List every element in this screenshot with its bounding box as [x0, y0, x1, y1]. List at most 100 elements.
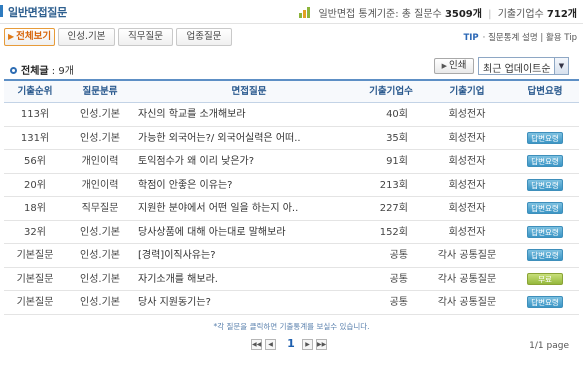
current-page[interactable]: 1 — [284, 337, 298, 350]
rank-cell: 기본질문 — [16, 250, 54, 261]
table-row[interactable]: 기본질문 인성.기본 당사 지원동기는? 공통 각사 공통질문 답변요령 — [4, 291, 579, 315]
answer-cell: 답변요령 — [518, 197, 572, 220]
rank-cell: 18위 — [24, 203, 46, 214]
question-link[interactable]: 가능한 외국어는?/ 외국어실력은 어떠.. — [138, 127, 360, 150]
prev-page-icon[interactable]: ◀ — [265, 339, 276, 350]
table-row[interactable]: 32위 인성.기본 당사상품에 대해 아는대로 말해보라 152회 회성전자 답변요령 — [4, 221, 579, 244]
next-page-icon[interactable]: ▶ — [302, 339, 313, 350]
tab-industry-label: 업종질문 — [186, 31, 222, 42]
click-hint-note: *각 질문을 클릭하면 기출통계를 보실수 있습니다. — [213, 322, 370, 331]
question-link[interactable]: 학점이 안좋은 이유는? — [138, 174, 360, 197]
tip-links[interactable]: TIP · 질문통계 설명 | 활용 Tip — [463, 31, 577, 43]
free-answer-button[interactable]: 무료 — [527, 272, 563, 285]
tab-all[interactable]: ▶ 전체보기 — [4, 28, 55, 46]
column-header-answer: 답변요령 — [527, 86, 563, 97]
companies-prefix: 기출기업수 — [497, 9, 544, 20]
list-count: 전체글 : 9개 — [10, 62, 74, 77]
category-cell: 인성.기본 — [80, 273, 120, 285]
page-info: 1/1 page — [529, 341, 569, 351]
tab-personality[interactable]: 인성.기본 — [58, 28, 115, 46]
title-accent-bar — [0, 5, 3, 17]
question-link[interactable]: 당사상품에 대해 아는대로 말해보라 — [138, 221, 360, 244]
total-companies: 712개 — [546, 9, 577, 20]
category-cell: 인성.기본 — [80, 132, 120, 144]
answer-tips-button[interactable]: 답변요령 — [527, 131, 563, 144]
answer-cell: 답변요령 — [518, 127, 572, 150]
table-row[interactable]: 113위 인성.기본 자신의 학교를 소개해보라 40회 회성전자 — [4, 103, 579, 127]
count-cell: 152회 — [379, 226, 408, 238]
column-header-category: 질문분류 — [82, 86, 118, 97]
table-row[interactable]: 20위 개인이력 학점이 안좋은 이유는? 213회 회성전자 답변요령 — [4, 174, 579, 197]
question-link[interactable]: [경력]이직사유는? — [138, 244, 360, 267]
circle-bullet-icon — [10, 67, 17, 74]
tab-personality-label: 인성.기본 — [67, 31, 106, 42]
rank-cell: 32위 — [24, 226, 46, 238]
first-page-icon[interactable]: ◀◀ — [251, 339, 262, 350]
sort-dropdown[interactable]: 최근 업데이트순 ▼ — [478, 57, 569, 75]
total-questions: 3509개 — [444, 9, 482, 20]
question-link[interactable]: 자신의 학교를 소개해보라 — [138, 103, 360, 126]
rank-cell: 20위 — [24, 179, 46, 191]
bar-chart-icon — [299, 7, 311, 21]
category-cell: 개인이력 — [81, 179, 119, 191]
company-cell: 각사 공통질문 — [437, 250, 497, 261]
question-link[interactable]: 자기소개를 해보라. — [138, 268, 360, 291]
print-button[interactable]: ▶ 인쇄 — [434, 58, 474, 74]
rank-cell: 56위 — [24, 156, 46, 167]
company-cell: 각사 공통질문 — [437, 297, 497, 308]
category-cell: 인성.기본 — [80, 250, 120, 261]
question-link[interactable]: 당사 지원동기는? — [138, 291, 360, 314]
interview-stats: 일반면접 통계기준: 총 질문수 3509개 | 기출기업수 712개 — [299, 5, 577, 21]
count-cell: 공통 — [389, 273, 408, 285]
column-header-question: 면접질문 — [231, 86, 267, 97]
tab-job[interactable]: 직무질문 — [118, 28, 173, 46]
table-row[interactable]: 기본질문 인성.기본 자기소개를 해보라. 공통 각사 공통질문 무료 — [4, 268, 579, 291]
answer-tips-button[interactable]: 답변요령 — [527, 178, 563, 191]
company-cell: 회성전자 — [448, 109, 486, 120]
table-row[interactable]: 18위 직무질문 지원한 분야에서 어떤 일을 하는지 아.. 227회 회성전자 답변요… — [4, 197, 579, 221]
category-cell: 인성.기본 — [80, 226, 120, 238]
tab-industry[interactable]: 업종질문 — [176, 28, 232, 46]
tab-job-label: 직무질문 — [128, 31, 163, 42]
count-cell: 227회 — [379, 203, 408, 214]
answer-cell: 답변요령 — [518, 221, 572, 244]
tip-text[interactable]: · 질문통계 설명 | 활용 Tip — [483, 33, 577, 43]
company-cell: 회성전자 — [448, 226, 486, 238]
question-link[interactable]: 지원한 분야에서 어떤 일을 하는지 아.. — [138, 197, 360, 220]
answer-tips-button[interactable]: 답변요령 — [527, 155, 563, 167]
tip-label: TIP — [463, 33, 479, 43]
answer-cell: 무료 — [518, 268, 572, 291]
answer-tips-button[interactable]: 답변요령 — [527, 225, 563, 238]
table-row[interactable]: 131위 인성.기본 가능한 외국어는?/ 외국어실력은 어떠.. 35회 회성전자 답변… — [4, 127, 579, 150]
answer-cell: 답변요령 — [518, 174, 572, 197]
question-link[interactable]: 토익점수가 왜 이리 낮은가? — [138, 150, 360, 173]
page-header: 일반면접질문 일반면접 통계기준: 총 질문수 3509개 | 기출기업수 71… — [0, 0, 583, 24]
column-header-rank: 기출순위 — [17, 86, 53, 97]
rank-cell: 113위 — [20, 109, 50, 120]
company-cell: 각사 공통질문 — [437, 273, 497, 285]
total-label: 전체글 — [21, 66, 49, 77]
tab-all-label: 전체보기 — [16, 31, 52, 42]
category-cell: 개인이력 — [81, 156, 119, 167]
table-row[interactable]: 56위 개인이력 토익점수가 왜 이리 낮은가? 91회 회성전자 답변요령 — [4, 150, 579, 174]
count-cell: 공통 — [389, 250, 408, 261]
last-page-icon[interactable]: ▶▶ — [316, 339, 327, 350]
count-cell: 213회 — [379, 179, 408, 191]
answer-tips-button[interactable]: 답변요령 — [527, 202, 563, 214]
stats-prefix: 일반면접 통계기준: 총 질문수 — [318, 9, 442, 20]
rank-cell: 기본질문 — [16, 297, 54, 308]
answer-cell: 답변요령 — [518, 150, 572, 173]
answer-cell: 답변요령 — [518, 291, 572, 314]
total-count: : 9개 — [51, 66, 74, 77]
answer-cell — [518, 103, 572, 126]
chevron-down-icon[interactable]: ▼ — [554, 58, 568, 74]
table-body: 113위 인성.기본 자신의 학교를 소개해보라 40회 회성전자 131위 인성.기본 가능… — [4, 103, 579, 315]
printer-icon: ▶ — [441, 62, 447, 70]
column-header-count: 기출기업수 — [369, 86, 413, 97]
sort-value: 최근 업데이트순 — [483, 64, 551, 75]
company-cell: 회성전자 — [448, 179, 486, 191]
table-row[interactable]: 기본질문 인성.기본 [경력]이직사유는? 공통 각사 공통질문 답변요령 — [4, 244, 579, 268]
answer-tips-button[interactable]: 답변요령 — [527, 296, 563, 308]
answer-tips-button[interactable]: 답변요령 — [527, 249, 563, 261]
company-cell: 회성전자 — [448, 132, 486, 144]
